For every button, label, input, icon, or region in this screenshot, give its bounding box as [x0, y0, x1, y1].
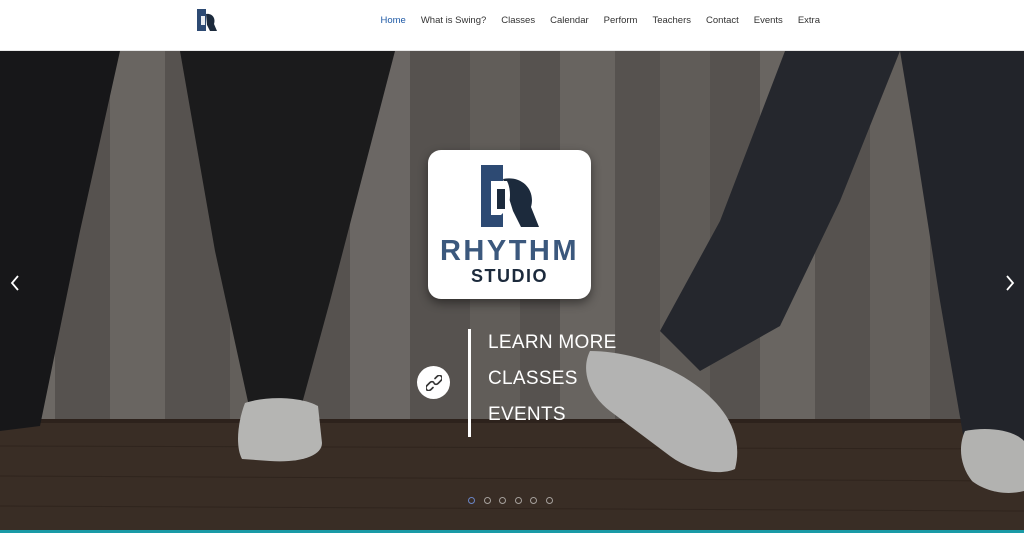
slider-dot-2[interactable]: [483, 497, 491, 504]
nav-what-is-swing[interactable]: What is Swing?: [421, 15, 486, 26]
chevron-right-icon[interactable]: [1003, 273, 1017, 293]
link-icon: [425, 374, 442, 391]
brand-name-rhythm: RHYTHM: [439, 235, 580, 267]
rhythm-studio-logo-card: RHYTHM STUDIO: [428, 150, 591, 299]
events-link[interactable]: EVENTS: [488, 404, 566, 426]
nav-teachers[interactable]: Teachers: [652, 15, 691, 26]
nav-contact[interactable]: Contact: [706, 15, 739, 26]
brand-name-studio: STUDIO: [470, 266, 548, 286]
slider-dot-6[interactable]: [545, 497, 553, 504]
learn-more-link[interactable]: LEARN MORE: [488, 332, 617, 354]
nav-perform[interactable]: Perform: [604, 15, 638, 26]
nav-extra[interactable]: Extra: [798, 15, 820, 26]
hero-slider: RHYTHM STUDIO LEARN MORE CLASSES EVENTS: [0, 51, 1024, 530]
rhythm-studio-logo-mark: [481, 165, 539, 227]
slider-dot-3[interactable]: [499, 497, 506, 504]
chevron-left-icon[interactable]: [8, 273, 22, 293]
slider-dot-5[interactable]: [530, 497, 537, 504]
vertical-divider: [468, 329, 471, 437]
rhythm-studio-logo[interactable]: [195, 9, 217, 31]
slider-dot-1[interactable]: [468, 497, 475, 504]
link-icon-circle: [417, 366, 450, 399]
nav-events[interactable]: Events: [754, 15, 783, 26]
nav-home[interactable]: Home: [380, 15, 405, 26]
main-nav: Home What is Swing? Classes Calendar Per…: [365, 0, 820, 40]
nav-calendar[interactable]: Calendar: [550, 15, 589, 26]
slider-pagination: [468, 497, 553, 504]
site-header: Home What is Swing? Classes Calendar Per…: [0, 0, 1024, 51]
slider-dot-4[interactable]: [514, 497, 522, 504]
nav-classes[interactable]: Classes: [501, 15, 535, 26]
classes-link[interactable]: CLASSES: [488, 368, 578, 390]
